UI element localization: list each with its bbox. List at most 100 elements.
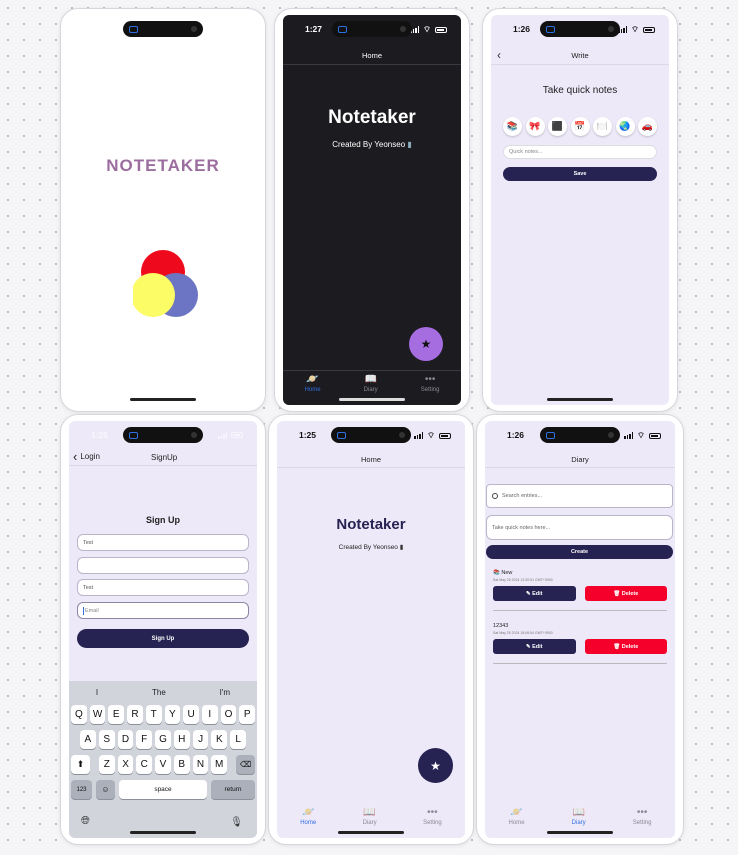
key-n[interactable]: N: [192, 755, 209, 774]
shift-key[interactable]: ⬆: [71, 755, 90, 774]
tab-setting[interactable]: ••• Setting: [423, 808, 442, 827]
back-chevron-icon: ‹: [73, 449, 78, 464]
emoji-button-6[interactable]: 🚗: [638, 117, 657, 136]
yellow-circle: [133, 273, 175, 317]
tab-home[interactable]: 🪐 Home: [305, 374, 321, 394]
key-m[interactable]: M: [211, 755, 228, 774]
key-l[interactable]: L: [230, 730, 247, 749]
emoji-button-3[interactable]: 📅: [570, 117, 590, 136]
key-h[interactable]: H: [173, 730, 190, 749]
key-e[interactable]: E: [108, 705, 125, 724]
create-button[interactable]: Create: [486, 545, 673, 559]
emoji-key[interactable]: ☺: [96, 780, 115, 799]
key-f[interactable]: F: [136, 730, 153, 749]
tab-diary[interactable]: 📖 Diary: [364, 375, 378, 394]
key-j[interactable]: J: [192, 730, 209, 749]
wifi-icon: ⌔: [631, 24, 639, 34]
battery-icon: [435, 26, 447, 33]
home-indicator: [338, 831, 404, 834]
delete-key[interactable]: ⌫: [236, 755, 256, 774]
key-s[interactable]: S: [98, 730, 115, 749]
key-g[interactable]: G: [155, 730, 171, 749]
trash-icon: 🗑︎: [613, 643, 622, 650]
emoji-button-1[interactable]: 🎀: [525, 117, 545, 136]
globe-icon[interactable]: 🌐︎: [81, 815, 90, 828]
emoji-button-4[interactable]: 🍽️: [593, 117, 612, 136]
key-v[interactable]: V: [155, 755, 171, 774]
home-indicator: [130, 398, 196, 401]
signup-field-2[interactable]: [77, 557, 249, 574]
home-indicator: [339, 398, 405, 401]
edit-button[interactable]: ✎ Edit: [493, 639, 576, 654]
key-c[interactable]: C: [136, 755, 153, 774]
signup-field-3[interactable]: Test: [77, 579, 249, 596]
quick-notes-input[interactable]: Quick notes...: [503, 145, 657, 159]
key-i[interactable]: I: [201, 705, 218, 724]
tab-setting-label: Setting: [423, 820, 442, 826]
delete-label: Delete: [621, 590, 639, 597]
email-field[interactable]: Email: [77, 602, 249, 619]
key-x[interactable]: X: [117, 755, 134, 774]
emoji-button-0[interactable]: 📚: [503, 117, 522, 136]
key-t[interactable]: T: [145, 705, 162, 724]
suggestion-3[interactable]: I'm: [220, 688, 230, 697]
quick-note-input[interactable]: Take quick notes here...: [486, 515, 673, 540]
numbers-key[interactable]: 123: [71, 780, 92, 799]
save-button[interactable]: Save: [503, 167, 657, 181]
return-key[interactable]: return: [211, 780, 255, 799]
camera-icon: [129, 25, 138, 33]
nav-divider: [69, 465, 257, 466]
key-q[interactable]: Q: [71, 705, 87, 724]
key-o[interactable]: O: [220, 705, 237, 724]
delete-button[interactable]: 🗑︎ Delete: [584, 586, 667, 601]
space-key[interactable]: space: [119, 780, 207, 799]
emoji-button-2[interactable]: ⬛: [548, 117, 567, 136]
home-title: Notetaker: [336, 516, 406, 533]
signup-field-1[interactable]: Test: [77, 534, 249, 551]
back-button[interactable]: ‹ Login: [73, 449, 100, 464]
fab-button[interactable]: ★: [418, 748, 453, 783]
key-row-3: ⬆ Z X C V B N M ⌫: [69, 755, 257, 774]
key-b[interactable]: B: [173, 755, 190, 774]
entry-title: 12343: [493, 623, 509, 629]
back-label: Login: [80, 452, 100, 461]
emoji-button-5[interactable]: 🌏: [615, 117, 635, 136]
field-1-value: Test: [83, 539, 94, 546]
suggestion-1[interactable]: I: [96, 688, 98, 697]
search-input[interactable]: Search entries...: [486, 484, 673, 508]
key-r[interactable]: R: [127, 705, 143, 724]
key-z[interactable]: Z: [99, 755, 115, 774]
dynamic-island: [331, 427, 411, 443]
wifi-icon: ⌔: [423, 24, 431, 34]
edit-button[interactable]: ✎ Edit: [493, 586, 576, 601]
delete-button[interactable]: 🗑︎ Delete: [584, 639, 667, 654]
tab-home[interactable]: 🪐 Home: [509, 808, 525, 827]
tab-setting[interactable]: ••• Setting: [633, 808, 652, 827]
entry-actions: ✎ Edit 🗑︎ Delete: [493, 586, 667, 601]
key-d[interactable]: D: [117, 730, 134, 749]
tab-home[interactable]: 🪐 Home: [300, 808, 316, 827]
nav-title: SignUp: [151, 453, 178, 462]
field-3-value: Test: [83, 584, 94, 591]
key-w[interactable]: W: [89, 705, 106, 724]
suggestion-2[interactable]: The: [152, 688, 166, 697]
signup-button[interactable]: Sign Up: [77, 629, 249, 648]
tab-setting[interactable]: ••• Setting: [421, 375, 440, 394]
dynamic-island: [123, 21, 203, 37]
key-u[interactable]: U: [183, 705, 199, 724]
key-a[interactable]: A: [80, 730, 96, 749]
microphone-icon[interactable]: 🎙︎: [230, 817, 243, 828]
camera-icon: [337, 431, 346, 439]
battery-icon: [649, 432, 661, 439]
tab-diary[interactable]: 📖 Diary: [572, 808, 586, 827]
home-title: Notetaker: [328, 107, 416, 128]
tab-diary[interactable]: 📖 Diary: [363, 808, 377, 827]
star-icon: ★: [420, 337, 432, 351]
key-y[interactable]: Y: [164, 705, 181, 724]
fab-button[interactable]: ★: [409, 327, 443, 361]
splash-screen-frame: NOTETAKER: [60, 8, 266, 412]
key-k[interactable]: K: [211, 730, 228, 749]
key-p[interactable]: P: [239, 705, 256, 724]
status-time: 1:26: [513, 24, 531, 34]
planet-icon: 🪐: [306, 374, 319, 385]
